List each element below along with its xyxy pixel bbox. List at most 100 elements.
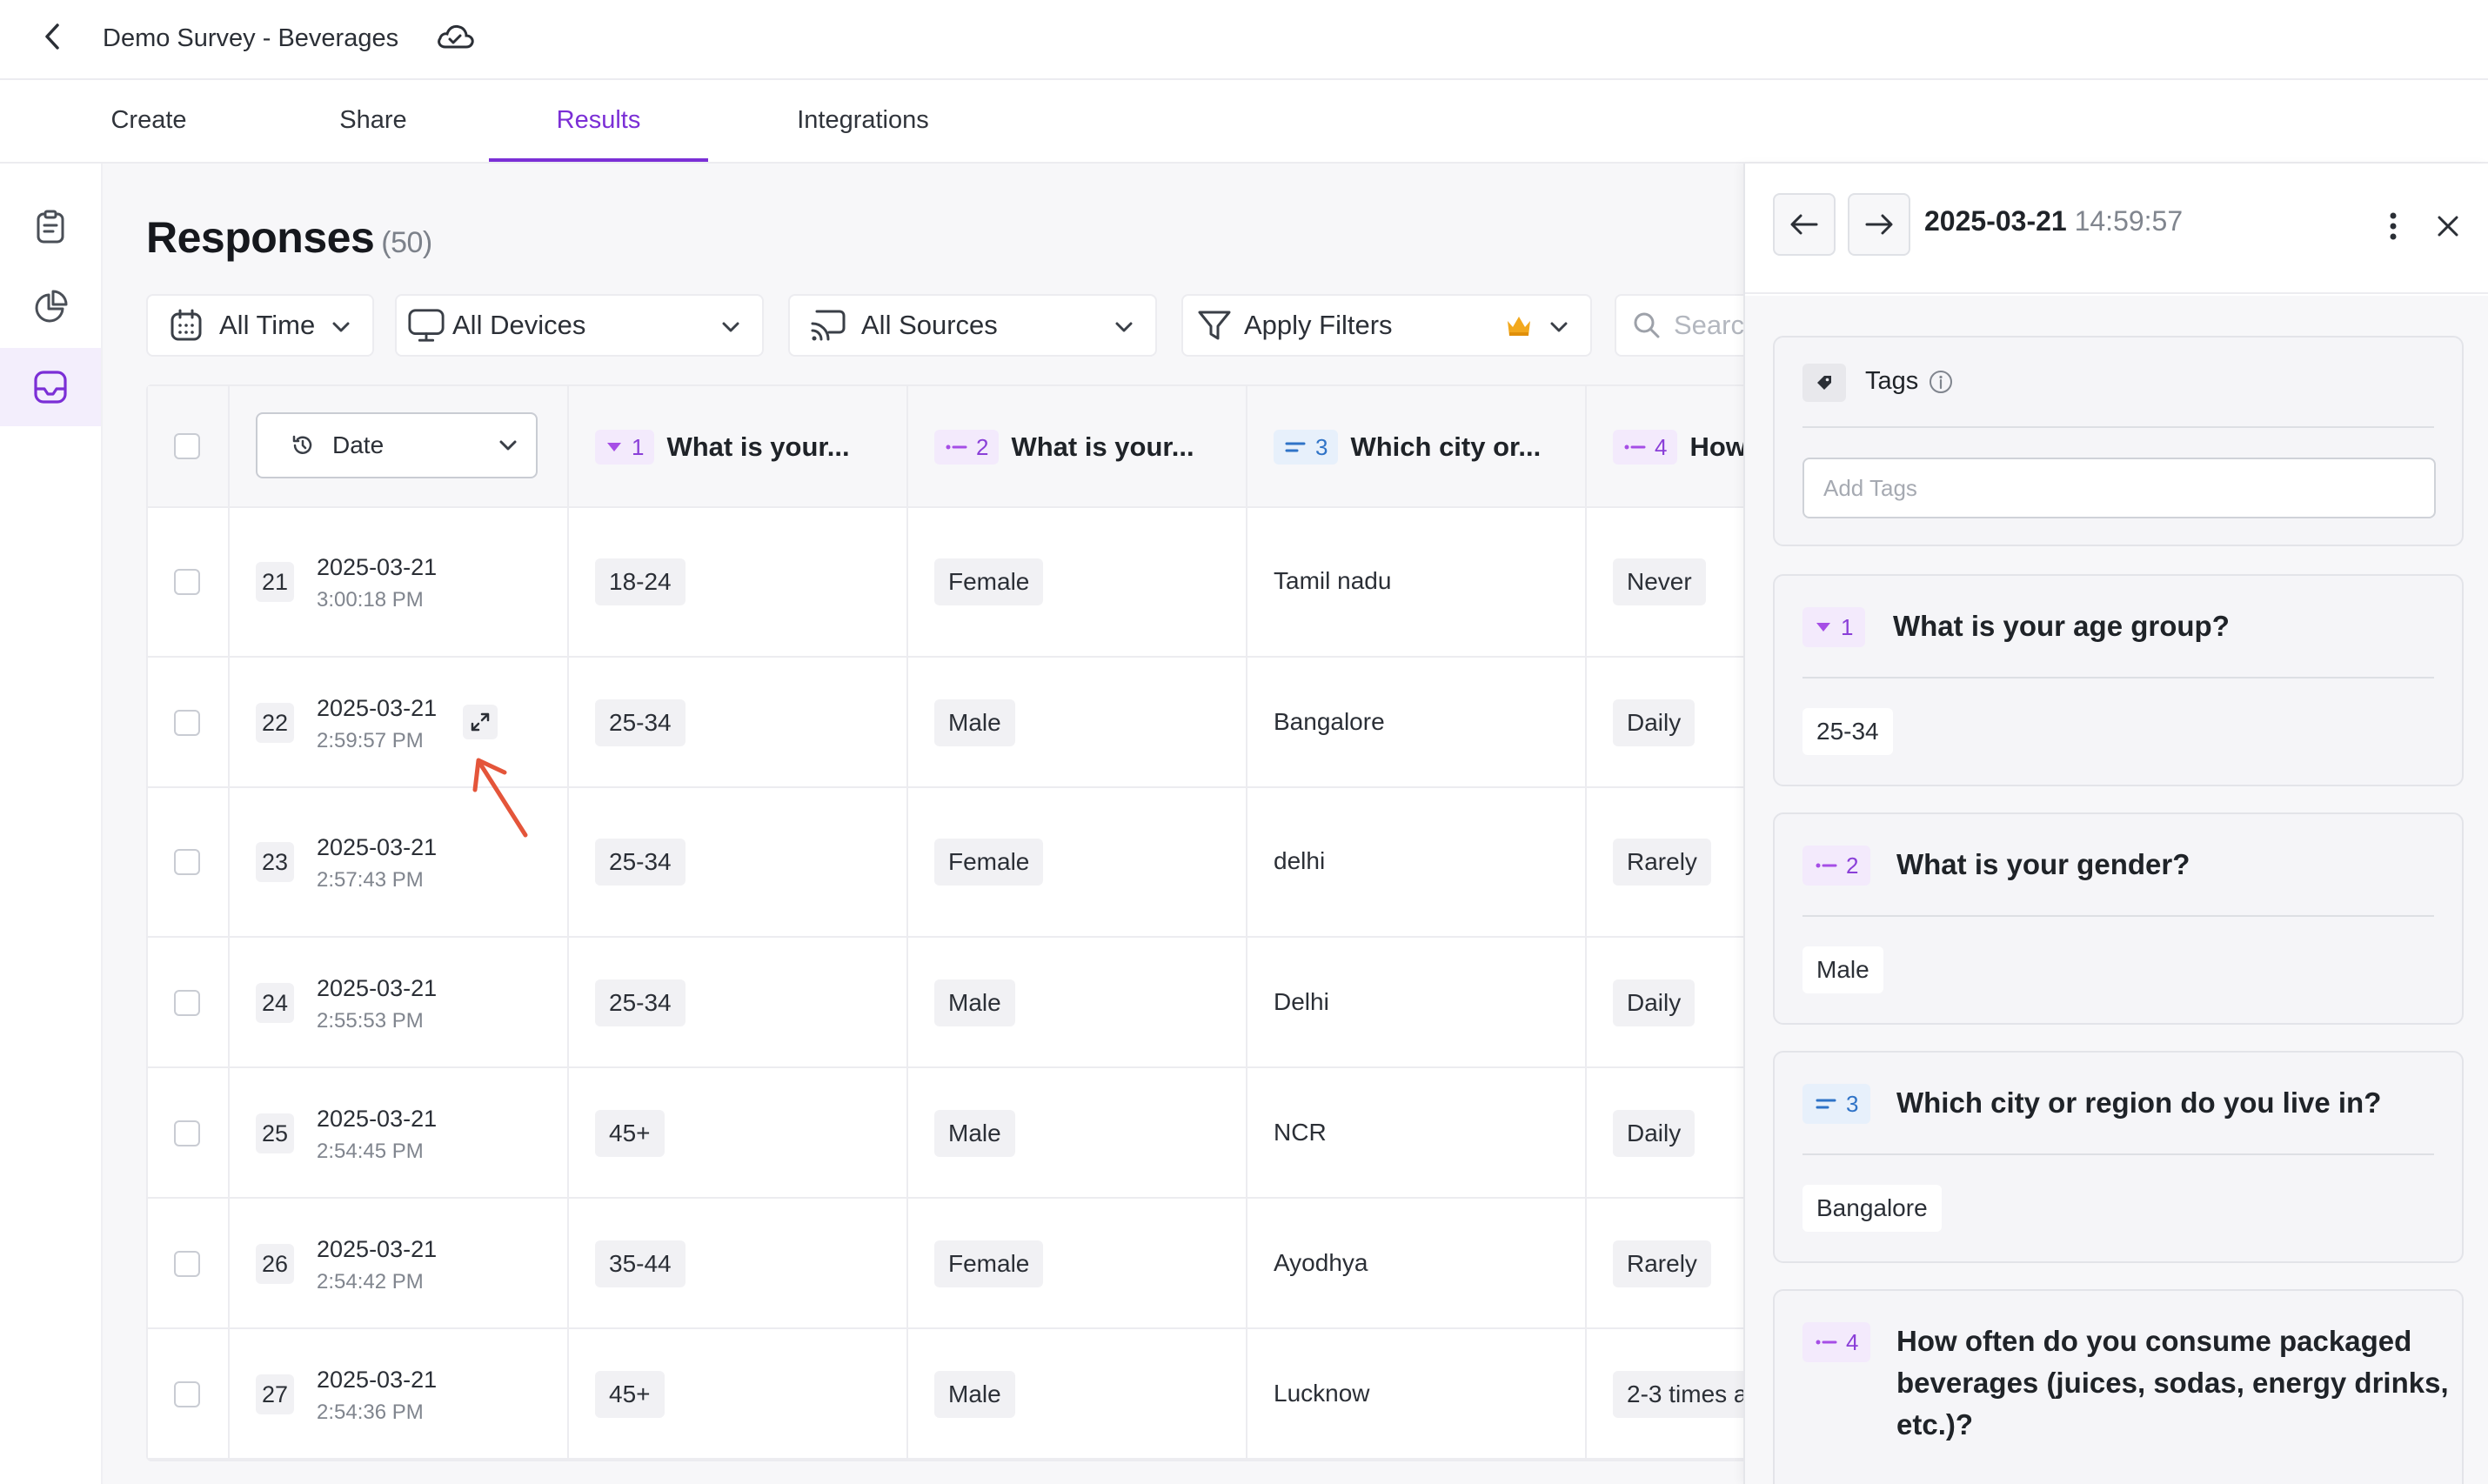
- row-checkbox[interactable]: [174, 1381, 200, 1407]
- column-header-q1[interactable]: 1 What is your...: [595, 386, 900, 508]
- row-time: 3:00:18 PM: [317, 588, 424, 612]
- responses-icon: [34, 371, 67, 404]
- date-sort-dropdown[interactable]: Date: [256, 412, 538, 478]
- back-arrow-icon[interactable]: [35, 19, 70, 54]
- more-options-icon[interactable]: [2380, 209, 2406, 244]
- row-checkbox[interactable]: [174, 1120, 200, 1146]
- expand-icon[interactable]: [463, 705, 498, 739]
- tab-create[interactable]: Create: [77, 80, 221, 162]
- row-checkbox[interactable]: [174, 1251, 200, 1277]
- time-filter[interactable]: All Time: [146, 294, 374, 357]
- row-checkbox[interactable]: [174, 569, 200, 595]
- question-title: What is your gender?: [1896, 848, 2190, 880]
- previous-response-button[interactable]: [1773, 193, 1836, 256]
- search-icon: [1632, 311, 1662, 340]
- answer-chip: 35-44: [595, 1240, 686, 1287]
- choice-list-icon: [1624, 445, 1646, 450]
- response-count: (50): [381, 226, 432, 259]
- text-question-badge: 3: [1274, 430, 1339, 465]
- rail-item-responses[interactable]: [0, 348, 101, 426]
- row-date: 2025-03-21: [317, 1367, 438, 1393]
- main-content: Responses (50) All Time All Devices All S…: [103, 164, 1743, 1484]
- tags-card: Tags Add Tags: [1773, 336, 2464, 546]
- search-input[interactable]: Search: [1615, 294, 1743, 357]
- clipboard-icon: [37, 210, 64, 244]
- table-row[interactable]: 23 2025-03-21 2:57:43 PM 25-34 Female delh…: [148, 788, 1743, 938]
- answer-chip: Male: [934, 699, 1015, 746]
- answer-chip: 2-3 times a: [1613, 1371, 1743, 1418]
- funnel-icon: [1195, 306, 1234, 344]
- panel-body: Tags Add Tags 1 What is your age group? …: [1745, 296, 2488, 1484]
- broadcast-icon: [809, 306, 847, 344]
- select-all-checkbox[interactable]: [174, 433, 200, 459]
- panel-header: 2025-03-21 14:59:57: [1745, 164, 2488, 294]
- rail-item-summary[interactable]: [0, 188, 101, 266]
- answer-chip: 45+: [595, 1110, 665, 1157]
- answer-chip: Rarely: [1613, 839, 1711, 886]
- table-row[interactable]: 26 2025-03-21 2:54:42 PM 35-44 Female Ayod…: [148, 1199, 1743, 1329]
- sources-filter[interactable]: All Sources: [788, 294, 1157, 357]
- rail-item-analytics[interactable]: [0, 268, 101, 346]
- tab-share[interactable]: Share: [301, 80, 445, 162]
- add-tags-input[interactable]: Add Tags: [1802, 458, 2436, 518]
- row-time: 2:54:45 PM: [317, 1140, 424, 1163]
- pie-chart-icon: [35, 290, 68, 323]
- answer-chip: Male: [934, 1371, 1015, 1418]
- table-row[interactable]: 22 2025-03-21 2:59:57 PM 25-34 Male Bangal…: [148, 658, 1743, 788]
- row-date: 2025-03-21: [317, 834, 438, 860]
- tab-integrations[interactable]: Integrations: [766, 80, 960, 162]
- table-row[interactable]: 21 2025-03-21 3:00:18 PM 18-24 Female Tami…: [148, 508, 1743, 658]
- responses-table: Date 1 What is your... 2 What is your...…: [146, 384, 1743, 1461]
- response-detail-panel: 2025-03-21 14:59:57 Tags Add Tags 1 What…: [1743, 164, 2488, 1484]
- answer-chip: 25-34: [595, 699, 686, 746]
- question-card-q3: 3 Which city or region do you live in? B…: [1773, 1051, 2464, 1263]
- choice-list-icon: [1816, 863, 1837, 868]
- answer-chip: Never: [1613, 558, 1706, 605]
- row-number: 23: [256, 842, 294, 882]
- close-icon[interactable]: [2432, 211, 2464, 242]
- answer-text: Ayodhya: [1274, 1249, 1368, 1276]
- table-row[interactable]: 27 2025-03-21 2:54:36 PM 45+ Male Lucknow …: [148, 1329, 1743, 1460]
- monitor-icon: [407, 306, 445, 344]
- response-timestamp: 2025-03-21 14:59:57: [1924, 205, 2184, 237]
- answer-chip: 25-34: [595, 979, 686, 1026]
- question-title: What is your age group?: [1893, 610, 2230, 642]
- short-text-icon: [1816, 1099, 1836, 1109]
- apply-filters-button[interactable]: Apply Filters: [1181, 294, 1592, 357]
- row-number: 25: [256, 1113, 294, 1153]
- answer-chip: 18-24: [595, 558, 686, 605]
- dropdown-question-badge: 1: [1802, 607, 1866, 647]
- dropdown-question-badge: 1: [595, 430, 655, 465]
- column-header-q4[interactable]: 4 How: [1613, 386, 1743, 508]
- question-card-q1: 1 What is your age group? 25-34: [1773, 574, 2464, 786]
- tab-results[interactable]: Results: [489, 80, 708, 162]
- choice-list-icon: [1816, 1340, 1837, 1345]
- row-number: 24: [256, 983, 294, 1023]
- table-row[interactable]: 24 2025-03-21 2:55:53 PM 25-34 Male Delhi …: [148, 938, 1743, 1068]
- answer-text: NCR: [1274, 1119, 1327, 1146]
- table-header: Date 1 What is your... 2 What is your...…: [148, 386, 1743, 508]
- info-icon[interactable]: [1928, 369, 1954, 395]
- row-checkbox[interactable]: [174, 990, 200, 1016]
- column-header-q2[interactable]: 2 What is your...: [934, 386, 1239, 508]
- arrow-right-icon: [1865, 214, 1893, 235]
- crown-icon: [1505, 313, 1533, 339]
- question-card-q2: 2 What is your gender? Male: [1773, 812, 2464, 1025]
- annotation-arrow-icon: [472, 758, 528, 838]
- row-date: 2025-03-21: [317, 975, 438, 1001]
- answer-chip: Daily: [1613, 699, 1695, 746]
- next-response-button[interactable]: [1848, 193, 1910, 256]
- answer-chip: Female: [934, 558, 1044, 605]
- devices-filter[interactable]: All Devices: [395, 294, 764, 357]
- text-question-badge: 3: [1802, 1084, 1871, 1124]
- calendar-icon: [167, 306, 205, 344]
- table-row[interactable]: 25 2025-03-21 2:54:45 PM 45+ Male NCR Dail…: [148, 1068, 1743, 1199]
- row-checkbox[interactable]: [174, 849, 200, 875]
- question-title: How often do you consume packaged bevera…: [1896, 1325, 2449, 1441]
- answer-text: Delhi: [1274, 988, 1329, 1015]
- answer-text: Tamil nadu: [1274, 567, 1392, 594]
- row-time: 2:54:42 PM: [317, 1270, 424, 1293]
- row-date: 2025-03-21: [317, 1236, 438, 1262]
- row-checkbox[interactable]: [174, 710, 200, 736]
- column-header-q3[interactable]: 3 Which city or...: [1274, 386, 1578, 508]
